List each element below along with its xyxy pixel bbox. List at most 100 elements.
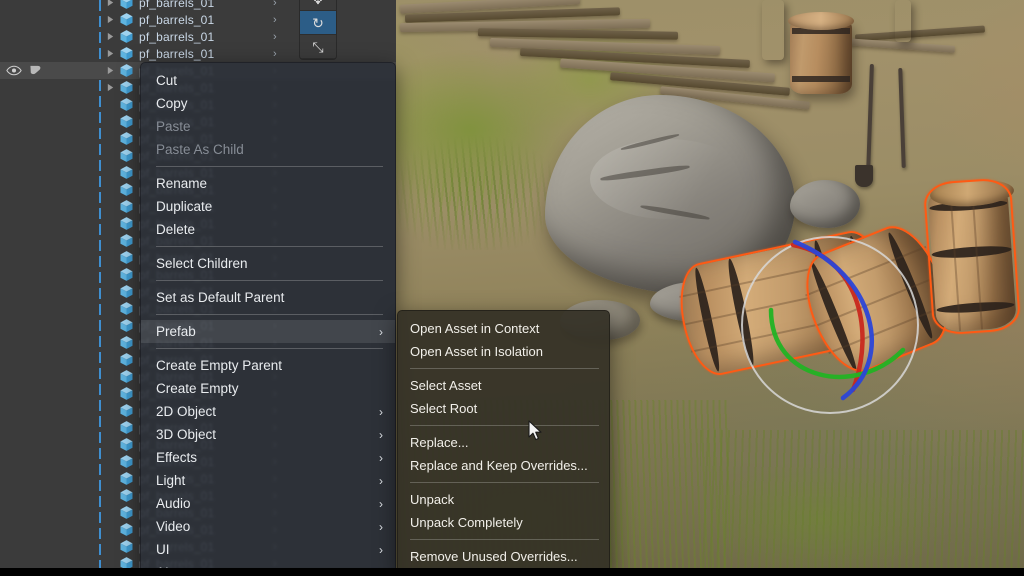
- prefab-cube-icon: [120, 336, 133, 349]
- prefab-submenu-item-open-asset-in-isolation[interactable]: Open Asset in Isolation: [398, 340, 609, 363]
- eye-icon[interactable]: [6, 65, 22, 76]
- context-menu-item-paste: Paste: [141, 115, 395, 138]
- barrel-background-lid: [788, 12, 854, 30]
- prefab-submenu-item-unpack-completely[interactable]: Unpack Completely: [398, 511, 609, 534]
- context-menu-item-label: Rename: [156, 176, 208, 191]
- prefab-cube-icon: [120, 251, 133, 264]
- prefab-submenu-item-replace-and-keep-overrides[interactable]: Replace and Keep Overrides...: [398, 454, 609, 477]
- chevron-right-icon: ›: [379, 404, 383, 419]
- context-menu-item-label: Select Children: [156, 256, 248, 271]
- context-menu-item-label: Paste: [156, 119, 191, 134]
- context-menu-separator: [156, 280, 383, 281]
- context-menu-item-label: Audio: [156, 496, 191, 511]
- hierarchy-row-chevron-icon[interactable]: ›: [273, 0, 277, 9]
- prefab-submenu-item-select-root[interactable]: Select Root: [398, 397, 609, 420]
- context-menu-item-duplicate[interactable]: Duplicate: [141, 195, 395, 218]
- context-menu-item-label: Duplicate: [156, 199, 213, 214]
- prefab-submenu-item-label: Replace...: [410, 435, 469, 450]
- context-menu-item-label: Paste As Child: [156, 142, 244, 157]
- prefab-cube-icon: [120, 472, 133, 485]
- context-menu-item-delete[interactable]: Delete: [141, 218, 395, 241]
- expand-arrow-icon[interactable]: [106, 83, 115, 92]
- context-menu-separator: [156, 166, 383, 167]
- context-menu-item-label: Prefab: [156, 324, 196, 339]
- prefab-cube-icon: [120, 0, 133, 9]
- hierarchy-row-label: pf_barrels_01: [139, 29, 215, 44]
- prefab-cube-icon: [120, 506, 133, 519]
- chevron-right-icon: ›: [379, 542, 383, 557]
- prefab-submenu[interactable]: Open Asset in Context Open Asset in Isola…: [397, 310, 610, 574]
- chevron-right-icon: ›: [379, 519, 383, 534]
- prefab-submenu-item-select-asset[interactable]: Select Asset: [398, 374, 609, 397]
- prefab-cube-icon: [120, 30, 133, 43]
- prefab-cube-icon: [120, 217, 133, 230]
- prefab-submenu-item-label: Unpack Completely: [410, 515, 523, 530]
- context-menu-item-audio[interactable]: Audio ›: [141, 492, 395, 515]
- prefab-cube-icon: [120, 421, 133, 434]
- scale-tool[interactable]: ⤡: [300, 35, 336, 59]
- expand-arrow-icon[interactable]: [106, 66, 115, 75]
- rotate-tool[interactable]: ↻: [300, 11, 336, 35]
- selection-outline-3: [922, 177, 1022, 336]
- chevron-right-icon: ›: [379, 427, 383, 442]
- prefab-submenu-item-replace[interactable]: Replace...: [398, 431, 609, 454]
- expand-arrow-icon[interactable]: [106, 0, 115, 7]
- wooden-post: [895, 0, 911, 42]
- context-menu[interactable]: Cut Copy Paste Paste As Child Rename Duplicat…: [140, 62, 396, 576]
- prefab-submenu-item-unpack[interactable]: Unpack: [398, 488, 609, 511]
- prefab-cube-icon: [120, 353, 133, 366]
- context-menu-item-rename[interactable]: Rename: [141, 172, 395, 195]
- hierarchy-row-chevron-icon[interactable]: ›: [273, 14, 277, 26]
- prefab-submenu-separator: [410, 539, 599, 540]
- prefab-cube-icon: [120, 540, 133, 553]
- hand-icon[interactable]: [28, 64, 44, 77]
- prefab-submenu-item-remove-unused-overrides[interactable]: Remove Unused Overrides...: [398, 545, 609, 568]
- prefab-cube-icon: [120, 115, 133, 128]
- context-menu-item-label: Create Empty Parent: [156, 358, 283, 373]
- hierarchy-row-chevron-icon[interactable]: ›: [273, 48, 277, 60]
- prefab-cube-icon: [120, 404, 133, 417]
- context-menu-item-set-as-default-parent[interactable]: Set as Default Parent: [141, 286, 395, 309]
- prefab-cube-icon: [120, 268, 133, 281]
- chevron-right-icon: ›: [379, 450, 383, 465]
- context-menu-item-cut[interactable]: Cut: [141, 69, 395, 92]
- expand-arrow-icon[interactable]: [106, 49, 115, 58]
- prefab-cube-icon: [120, 13, 133, 26]
- expand-arrow-icon[interactable]: [106, 32, 115, 41]
- prefab-submenu-item-label: Remove Unused Overrides...: [410, 549, 578, 564]
- scale-tool-glyph: ⤡: [312, 38, 324, 55]
- prefab-cube-icon: [120, 302, 133, 315]
- chevron-right-icon: ›: [379, 324, 383, 339]
- prefab-cube-icon: [120, 455, 133, 468]
- context-menu-item-ui[interactable]: UI ›: [141, 538, 395, 561]
- context-menu-item-2d-object[interactable]: 2D Object ›: [141, 400, 395, 423]
- prefab-submenu-item-open-asset-in-context[interactable]: Open Asset in Context: [398, 317, 609, 340]
- shovel-blade: [855, 165, 873, 187]
- prefab-cube-icon: [120, 183, 133, 196]
- context-menu-item-copy[interactable]: Copy: [141, 92, 395, 115]
- context-menu-item-label: Cut: [156, 73, 178, 88]
- move-tool[interactable]: ✥: [300, 0, 336, 11]
- context-menu-item-create-empty-parent[interactable]: Create Empty Parent: [141, 354, 395, 377]
- context-menu-item-3d-object[interactable]: 3D Object ›: [141, 423, 395, 446]
- context-menu-item-effects[interactable]: Effects ›: [141, 446, 395, 469]
- context-menu-item-label: Set as Default Parent: [156, 290, 285, 305]
- context-menu-item-select-children[interactable]: Select Children: [141, 252, 395, 275]
- prefab-submenu-item-label: Select Asset: [410, 378, 482, 393]
- context-menu-item-light[interactable]: Light ›: [141, 469, 395, 492]
- prefab-submenu-item-label: Open Asset in Context: [410, 321, 540, 336]
- prefab-cube-icon: [120, 438, 133, 451]
- context-menu-item-video[interactable]: Video ›: [141, 515, 395, 538]
- context-menu-item-create-empty[interactable]: Create Empty: [141, 377, 395, 400]
- bottom-bar: [0, 568, 1024, 576]
- prefab-submenu-separator: [410, 368, 599, 369]
- expand-arrow-icon[interactable]: [106, 15, 115, 24]
- prefab-submenu-item-label: Open Asset in Isolation: [410, 344, 543, 359]
- prefab-cube-icon: [120, 81, 133, 94]
- context-menu-separator: [156, 348, 383, 349]
- context-menu-item-prefab[interactable]: Prefab ›: [141, 320, 395, 343]
- prefab-cube-icon: [120, 387, 133, 400]
- hierarchy-row-chevron-icon[interactable]: ›: [273, 31, 277, 43]
- scene-tool-toolbar[interactable]: ✥ ↻ ⤡: [299, 0, 337, 60]
- move-tool-glyph: ✥: [312, 0, 324, 6]
